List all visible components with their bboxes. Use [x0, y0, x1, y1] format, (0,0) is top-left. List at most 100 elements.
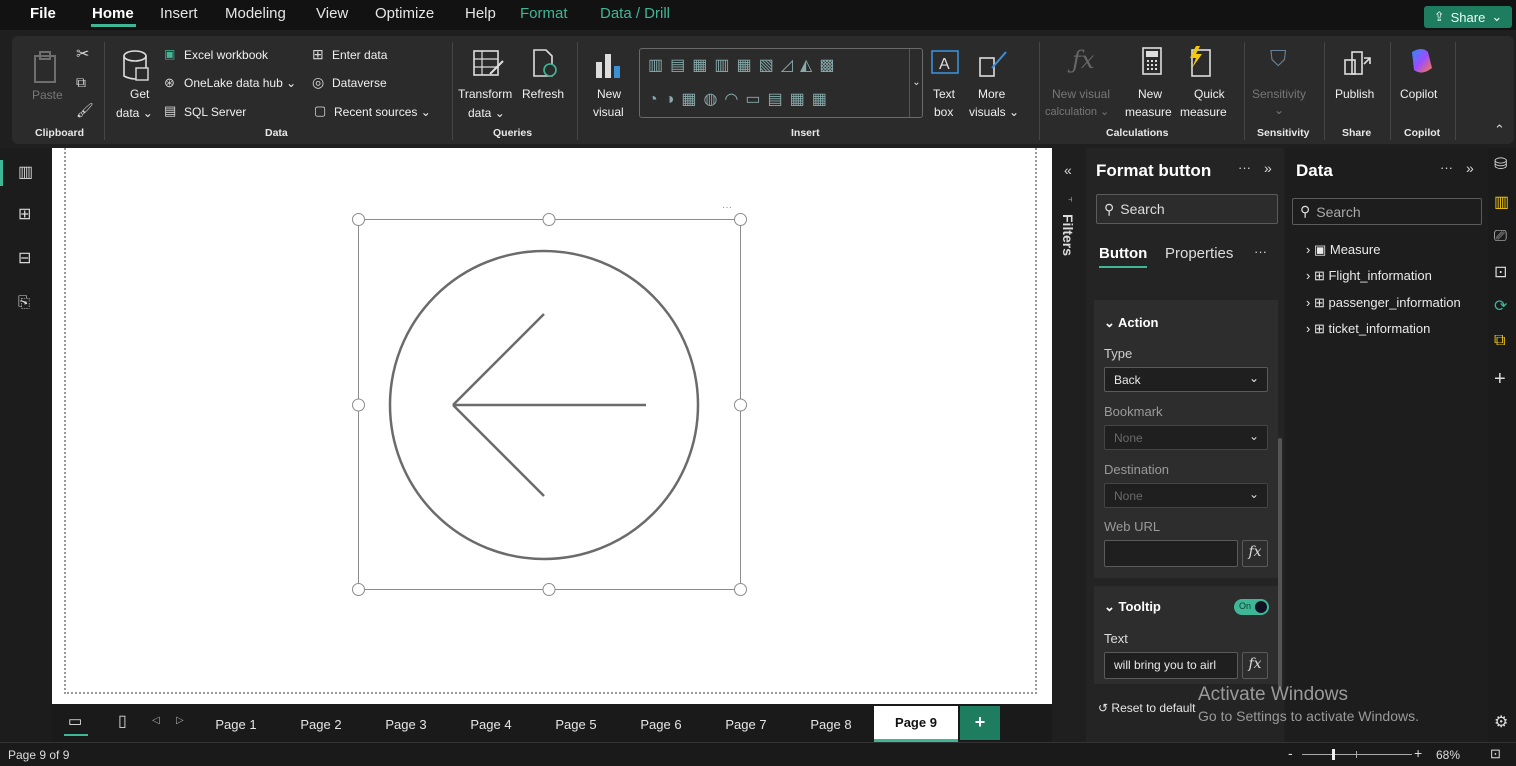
- onelake-button[interactable]: OneLake data hub ⌄: [184, 76, 296, 90]
- calculator-icon[interactable]: [1140, 46, 1166, 78]
- type-dropdown[interactable]: Back ⌄: [1104, 367, 1268, 392]
- more-options-icon[interactable]: ···: [1440, 160, 1453, 175]
- chart-type-icons-row2[interactable]: ◔◑▦◍◠▭▤▦▦: [648, 89, 834, 109]
- sql-server-button[interactable]: SQL Server: [184, 105, 246, 119]
- menu-help[interactable]: Help: [465, 5, 496, 22]
- share-button[interactable]: ⇪ Share ⌄: [1424, 6, 1512, 28]
- dataverse-button[interactable]: Dataverse: [332, 76, 387, 90]
- transform-data-icon[interactable]: [472, 48, 506, 80]
- page-tab-6[interactable]: Page 6: [619, 706, 703, 742]
- collapse-ribbon-icon[interactable]: ⌃: [1494, 122, 1505, 138]
- page-tab-1[interactable]: Page 1: [194, 706, 278, 742]
- menu-home[interactable]: Home: [92, 5, 134, 22]
- text-box-icon[interactable]: A: [930, 49, 962, 77]
- fit-to-page-icon[interactable]: ⊡: [1490, 746, 1501, 762]
- page-tab-7[interactable]: Page 7: [704, 706, 788, 742]
- refresh-button[interactable]: Refresh: [522, 87, 564, 101]
- page-tab-3[interactable]: Page 3: [364, 706, 448, 742]
- visuals-gallery[interactable]: ▥▤▦▥▦▧◿◭▩ ◔◑▦◍◠▭▤▦▦ ⌄: [639, 48, 923, 118]
- format-visual-icon[interactable]: ⎚: [1494, 228, 1507, 246]
- sync-slicers-icon[interactable]: ⟳: [1494, 296, 1507, 316]
- transform-label[interactable]: Transform: [458, 87, 512, 101]
- add-page-button[interactable]: +: [960, 706, 1000, 740]
- settings-gear-icon[interactable]: ⚙: [1494, 712, 1508, 732]
- more-options-icon[interactable]: ···: [722, 202, 732, 213]
- bookmark-dropdown[interactable]: None ⌄: [1104, 425, 1268, 450]
- table-item-flight-information[interactable]: › ⊞ Flight_information: [1306, 268, 1432, 284]
- enter-data-button[interactable]: Enter data: [332, 48, 387, 62]
- more-visuals-label[interactable]: More: [978, 87, 1005, 101]
- new-measure-label[interactable]: New: [1138, 87, 1162, 101]
- gallery-expand-icon[interactable]: ⌄: [909, 49, 923, 117]
- build-visual-icon[interactable]: ▥: [1494, 192, 1509, 212]
- more-options-icon[interactable]: ···: [1238, 160, 1251, 175]
- resize-handle[interactable]: [542, 583, 556, 596]
- selection-pane-icon[interactable]: ⧉: [1494, 332, 1505, 350]
- resize-handle[interactable]: [734, 213, 747, 226]
- new-visual-label[interactable]: New: [597, 87, 621, 101]
- new-visual-icon[interactable]: [594, 48, 626, 82]
- model-view-icon[interactable]: ⊟: [18, 248, 31, 268]
- menu-optimize[interactable]: Optimize: [375, 5, 434, 22]
- back-button-visual[interactable]: ···: [340, 200, 760, 600]
- more-visuals-label-2[interactable]: visuals ⌄: [969, 105, 1019, 119]
- cut-icon[interactable]: ✂: [76, 44, 89, 64]
- scrollbar[interactable]: [1278, 438, 1282, 688]
- mobile-layout-icon[interactable]: ▯: [118, 711, 127, 731]
- zoom-slider-thumb[interactable]: [1332, 749, 1335, 760]
- menu-file[interactable]: File: [30, 5, 56, 22]
- publish-icon[interactable]: [1342, 46, 1374, 78]
- tab-properties[interactable]: Properties: [1165, 245, 1233, 262]
- database-icon[interactable]: [122, 48, 152, 84]
- get-data-label[interactable]: Get: [130, 87, 149, 101]
- scroll-left-icon[interactable]: ◁: [152, 715, 160, 726]
- collapse-pane-icon[interactable]: »: [1264, 160, 1272, 176]
- menu-insert[interactable]: Insert: [160, 5, 198, 22]
- more-visuals-icon[interactable]: [978, 48, 1010, 80]
- page-tab-9[interactable]: Page 9: [874, 706, 958, 742]
- transform-label-2[interactable]: data ⌄: [468, 106, 505, 120]
- data-search-input[interactable]: ⚲ Search: [1292, 198, 1482, 225]
- copilot-button[interactable]: Copilot: [1400, 87, 1437, 101]
- menu-view[interactable]: View: [316, 5, 348, 22]
- format-search-input[interactable]: ⚲ Search: [1096, 194, 1278, 224]
- chart-type-icons-row1[interactable]: ▥▤▦▥▦▧◿◭▩: [648, 55, 841, 75]
- paste-label[interactable]: Paste: [32, 88, 63, 102]
- desktop-layout-icon[interactable]: ▭: [64, 710, 88, 736]
- excel-workbook-button[interactable]: Excel workbook: [184, 48, 268, 62]
- text-box-label-2[interactable]: box: [934, 105, 953, 119]
- tooltip-text-input[interactable]: will bring you to airl: [1104, 652, 1238, 679]
- menu-format[interactable]: Format: [520, 5, 568, 22]
- zoom-slider[interactable]: [1302, 749, 1412, 760]
- quick-measure-label-2[interactable]: measure: [1180, 105, 1227, 119]
- resize-handle[interactable]: [542, 213, 556, 226]
- text-box-label[interactable]: Text: [933, 87, 955, 101]
- zoom-in-icon[interactable]: +: [1414, 745, 1422, 761]
- fx-button[interactable]: fx: [1242, 652, 1268, 679]
- publish-button[interactable]: Publish: [1335, 87, 1374, 101]
- collapse-pane-icon[interactable]: »: [1466, 160, 1474, 176]
- web-url-input[interactable]: [1104, 540, 1238, 567]
- table-item-ticket-information[interactable]: › ⊞ ticket_information: [1306, 321, 1430, 337]
- recent-sources-button[interactable]: Recent sources ⌄: [334, 105, 431, 119]
- add-pane-icon[interactable]: +: [1494, 368, 1506, 391]
- data-pane-icon[interactable]: ⛁: [1494, 154, 1507, 174]
- page-tab-5[interactable]: Page 5: [534, 706, 618, 742]
- expand-filters-icon[interactable]: «: [1064, 162, 1072, 178]
- new-measure-label-2[interactable]: measure: [1125, 105, 1172, 119]
- copilot-icon[interactable]: [1406, 46, 1438, 78]
- refresh-icon[interactable]: [530, 48, 560, 80]
- report-view-icon[interactable]: ▥: [18, 162, 33, 182]
- more-options-icon[interactable]: ···: [1254, 244, 1267, 259]
- dax-query-view-icon[interactable]: ⎘: [18, 294, 30, 311]
- page-tab-4[interactable]: Page 4: [449, 706, 533, 742]
- scroll-right-icon[interactable]: ▷: [176, 715, 184, 726]
- filters-label[interactable]: Filters: [1060, 214, 1076, 256]
- resize-handle[interactable]: [352, 583, 365, 596]
- resize-handle[interactable]: [352, 398, 365, 412]
- page-tab-8[interactable]: Page 8: [789, 706, 873, 742]
- zoom-out-icon[interactable]: -: [1288, 745, 1293, 761]
- page-tab-2[interactable]: Page 2: [279, 706, 363, 742]
- menu-modeling[interactable]: Modeling: [225, 5, 286, 22]
- bookmarks-icon[interactable]: ⊡: [1494, 262, 1507, 282]
